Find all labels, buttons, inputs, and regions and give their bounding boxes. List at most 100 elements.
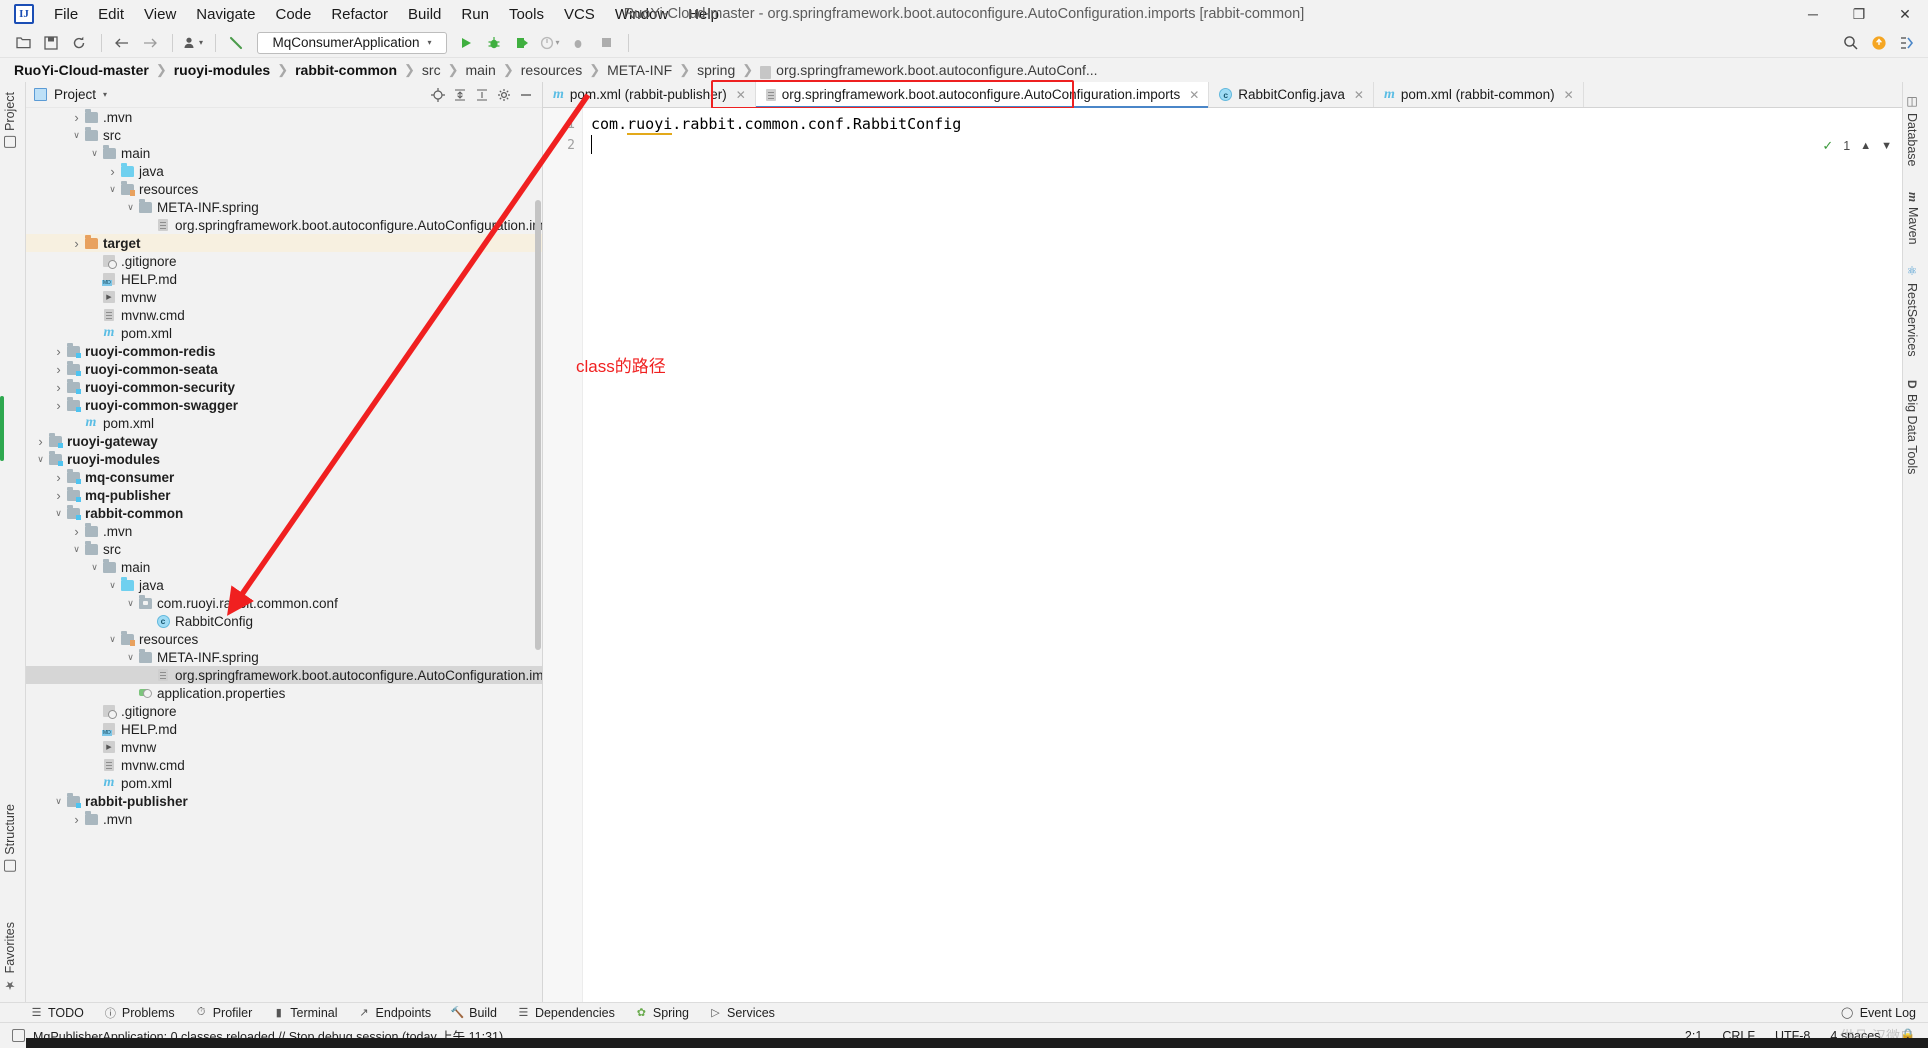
- forward-arrow-icon[interactable]: [137, 31, 163, 55]
- chevron-down-icon[interactable]: [70, 130, 83, 141]
- chevron-right-icon[interactable]: [52, 362, 65, 377]
- close-icon[interactable]: ✕: [1189, 88, 1199, 102]
- chevron-down-icon[interactable]: [106, 580, 119, 591]
- tree-node[interactable]: ruoyi-common-seata: [26, 360, 542, 378]
- chevron-down-icon[interactable]: [124, 652, 137, 663]
- minimize-button[interactable]: ─: [1790, 0, 1836, 28]
- tree-node[interactable]: mvnw.cmd: [26, 306, 542, 324]
- chevron-down-icon[interactable]: [124, 598, 137, 609]
- code-content[interactable]: com.ruoyi.rabbit.common.conf.RabbitConfi…: [591, 108, 1902, 1002]
- tree-node[interactable]: META-INF.spring: [26, 648, 542, 666]
- tree-node[interactable]: org.springframework.boot.autoconfigure.A…: [26, 216, 542, 234]
- tree-node[interactable]: src: [26, 540, 542, 558]
- previous-occurrence-icon[interactable]: ▲: [1860, 140, 1871, 152]
- tree-node[interactable]: target: [26, 234, 542, 252]
- tool-window-endpoints[interactable]: ↗ Endpoints: [358, 1006, 431, 1020]
- tree-node[interactable]: mq-publisher: [26, 486, 542, 504]
- tree-node[interactable]: m pom.xml: [26, 414, 542, 432]
- tree-node[interactable]: META-INF.spring: [26, 198, 542, 216]
- breadcrumb-item-src[interactable]: src: [422, 62, 441, 78]
- breadcrumb-item-spring[interactable]: spring: [697, 62, 735, 78]
- menu-refactor[interactable]: Refactor: [321, 3, 398, 26]
- tree-node[interactable]: m pom.xml: [26, 324, 542, 342]
- menu-build[interactable]: Build: [398, 3, 451, 26]
- tree-node[interactable]: .mvn: [26, 108, 542, 126]
- notification-icon[interactable]: [12, 1029, 25, 1042]
- tree-node[interactable]: com.ruoyi.rabbit.common.conf: [26, 594, 542, 612]
- tool-window-terminal[interactable]: ▮ Terminal: [272, 1006, 338, 1020]
- chevron-right-icon[interactable]: [52, 344, 65, 359]
- next-occurrence-icon[interactable]: ▼: [1881, 140, 1892, 152]
- back-arrow-icon[interactable]: [109, 31, 135, 55]
- ide-and-project-settings-icon[interactable]: [1894, 31, 1920, 55]
- updates-available-icon[interactable]: [1866, 31, 1892, 55]
- event-log-group[interactable]: ◯ Event Log: [1841, 1006, 1928, 1020]
- close-icon[interactable]: ✕: [1354, 88, 1364, 102]
- editor-tab-autoconfiguration-imports[interactable]: org.springframework.boot.autoconfigure.A…: [755, 82, 1210, 108]
- tree-node[interactable]: c RabbitConfig: [26, 612, 542, 630]
- editor-tab-pom-common[interactable]: m pom.xml (rabbit-common) ✕: [1373, 82, 1584, 107]
- tree-node[interactable]: main: [26, 144, 542, 162]
- tree-node[interactable]: ruoyi-common-security: [26, 378, 542, 396]
- tree-node[interactable]: src: [26, 126, 542, 144]
- close-icon[interactable]: ✕: [736, 88, 746, 102]
- menu-window[interactable]: Window: [605, 3, 678, 26]
- sidebar-item-restservices[interactable]: ⚛ RestServices: [1905, 264, 1919, 357]
- tree-node[interactable]: rabbit-common: [26, 504, 542, 522]
- tool-window-todo[interactable]: ☰ TODO: [30, 1006, 84, 1020]
- chevron-down-icon[interactable]: [106, 184, 119, 195]
- chevron-down-icon[interactable]: [124, 202, 137, 213]
- chevron-right-icon[interactable]: [52, 488, 65, 503]
- profiler-icon[interactable]: ▾: [537, 31, 563, 55]
- close-icon[interactable]: ✕: [1564, 88, 1574, 102]
- chevron-down-icon[interactable]: ▾: [103, 90, 107, 99]
- tree-node[interactable]: java: [26, 576, 542, 594]
- attach-debugger-icon[interactable]: [565, 31, 591, 55]
- sidebar-item-database[interactable]: ◫ Database: [1905, 94, 1919, 167]
- menu-file[interactable]: File: [44, 3, 88, 26]
- debug-icon[interactable]: [481, 31, 507, 55]
- run-with-coverage-icon[interactable]: [509, 31, 535, 55]
- menu-run[interactable]: Run: [451, 3, 499, 26]
- sidebar-item-structure[interactable]: Structure: [3, 804, 17, 872]
- hammer-icon[interactable]: [223, 31, 249, 55]
- tree-node[interactable]: application.properties: [26, 684, 542, 702]
- chevron-down-icon[interactable]: [52, 796, 65, 807]
- project-tree[interactable]: .mvnsrcmainjavaresourcesMETA-INF.springo…: [26, 108, 542, 1002]
- tool-window-dependencies[interactable]: ☰ Dependencies: [517, 1006, 615, 1020]
- sidebar-item-project[interactable]: Project: [3, 92, 17, 148]
- project-tree-scrollbar[interactable]: [535, 200, 541, 650]
- tree-node[interactable]: resources: [26, 180, 542, 198]
- tool-window-services[interactable]: ▷ Services: [709, 1006, 775, 1020]
- chevron-down-icon[interactable]: [52, 508, 65, 519]
- editor-tab-rabbitconfig-java[interactable]: c RabbitConfig.java ✕: [1209, 82, 1374, 107]
- menu-vcs[interactable]: VCS: [554, 3, 605, 26]
- search-everywhere-icon[interactable]: [1838, 31, 1864, 55]
- stop-icon[interactable]: [593, 31, 619, 55]
- menu-help[interactable]: Help: [678, 3, 729, 26]
- tool-window-profiler[interactable]: ⏱ Profiler: [195, 1006, 252, 1020]
- tree-node[interactable]: java: [26, 162, 542, 180]
- close-button[interactable]: ✕: [1882, 0, 1928, 28]
- tree-node[interactable]: mq-consumer: [26, 468, 542, 486]
- tree-node[interactable]: org.springframework.boot.autoconfigure.A…: [26, 666, 542, 684]
- tool-window-problems[interactable]: ⓘ Problems: [104, 1005, 175, 1021]
- tree-node[interactable]: ▶ mvnw: [26, 738, 542, 756]
- menu-code[interactable]: Code: [265, 3, 321, 26]
- tree-node[interactable]: m pom.xml: [26, 774, 542, 792]
- chevron-down-icon[interactable]: [88, 562, 101, 573]
- settings-gear-icon[interactable]: [494, 85, 514, 105]
- sidebar-item-favorites[interactable]: ★ Favorites: [3, 922, 17, 992]
- tree-node[interactable]: HELP.md: [26, 270, 542, 288]
- menu-view[interactable]: View: [134, 3, 186, 26]
- chevron-right-icon[interactable]: [70, 236, 83, 251]
- maximize-button[interactable]: ❐: [1836, 0, 1882, 28]
- select-opened-file-icon[interactable]: [428, 85, 448, 105]
- breadcrumb-item-resources[interactable]: resources: [521, 62, 582, 78]
- menu-edit[interactable]: Edit: [88, 3, 134, 26]
- menu-navigate[interactable]: Navigate: [186, 3, 265, 26]
- breadcrumb-item-ruoyi-modules[interactable]: ruoyi-modules: [174, 62, 270, 78]
- tree-node[interactable]: main: [26, 558, 542, 576]
- chevron-right-icon[interactable]: [34, 434, 47, 449]
- tree-node[interactable]: .gitignore: [26, 702, 542, 720]
